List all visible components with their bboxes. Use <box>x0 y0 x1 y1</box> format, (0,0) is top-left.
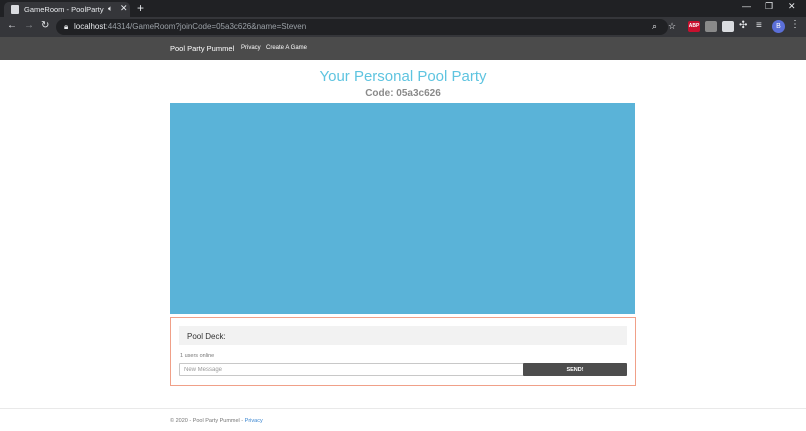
tab-title: GameRoom - PoolPartyPum <box>24 5 104 14</box>
adblock-extension-icon[interactable]: ABP <box>688 21 700 32</box>
minimize-icon[interactable]: — <box>742 1 751 11</box>
restore-icon[interactable]: ❐ <box>765 1 773 12</box>
extensions-puzzle-icon[interactable]: ✣ <box>739 20 747 31</box>
bookmark-star-icon[interactable]: ☆ <box>668 21 676 32</box>
browser-tab-strip: GameRoom - PoolPartyPum 🔈︎ ✕ + — ❐ ✕ <box>0 0 806 17</box>
close-window-icon[interactable]: ✕ <box>788 1 796 12</box>
extension-icon-3[interactable] <box>722 21 734 32</box>
join-code: Code: 05a3c626 <box>365 88 441 99</box>
site-brand-link[interactable]: Pool Party Pummel <box>170 44 234 53</box>
pool-deck-header: Pool Deck: <box>179 326 627 345</box>
footer: © 2020 - Pool Party Pummel - Privacy <box>170 418 263 424</box>
new-tab-icon[interactable]: + <box>137 1 144 15</box>
reload-icon[interactable]: ↻ <box>41 20 49 31</box>
page-title: Your Personal Pool Party <box>319 68 487 85</box>
footer-divider <box>0 408 806 409</box>
send-button[interactable]: SEND! <box>523 363 627 376</box>
browser-toolbar: ← → ↻ 🔒︎ localhost:44314/GameRoom?joinCo… <box>0 17 806 37</box>
footer-privacy-link[interactable]: Privacy <box>245 418 263 424</box>
close-tab-icon[interactable]: ✕ <box>120 3 128 14</box>
browser-menu-icon[interactable]: ⋮ <box>790 19 800 30</box>
pool-game-canvas[interactable] <box>170 103 635 314</box>
nav-link-privacy[interactable]: Privacy <box>241 45 261 51</box>
footer-copyright: © 2020 - Pool Party Pummel - <box>170 418 245 424</box>
address-bar[interactable]: 🔒︎ localhost:44314/GameRoom?joinCode=05a… <box>56 19 676 35</box>
reading-list-icon[interactable]: ≡ <box>756 20 762 31</box>
zoom-search-icon[interactable]: ⌕ <box>652 21 657 32</box>
pool-deck-panel: Pool Deck: 1 users online SEND! <box>170 317 636 386</box>
page-favicon-icon <box>11 5 19 14</box>
profile-avatar[interactable]: B <box>772 20 785 33</box>
speaker-icon[interactable]: 🔈︎ <box>108 4 113 14</box>
extension-icon-2[interactable] <box>705 21 717 32</box>
users-online-count: 1 users online <box>180 353 215 359</box>
message-input[interactable] <box>179 363 524 376</box>
forward-arrow-icon[interactable]: → <box>24 20 34 31</box>
nav-link-create-game[interactable]: Create A Game <box>266 45 307 51</box>
lock-icon[interactable]: 🔒︎ <box>64 22 68 32</box>
pool-deck-title: Pool Deck: <box>187 332 226 341</box>
url-text[interactable]: localhost:44314/GameRoom?joinCode=05a3c6… <box>74 22 306 31</box>
back-arrow-icon[interactable]: ← <box>7 20 17 31</box>
site-navbar: Pool Party Pummel Privacy Create A Game <box>0 37 806 60</box>
browser-tab[interactable]: GameRoom - PoolPartyPum 🔈︎ ✕ <box>4 2 130 17</box>
